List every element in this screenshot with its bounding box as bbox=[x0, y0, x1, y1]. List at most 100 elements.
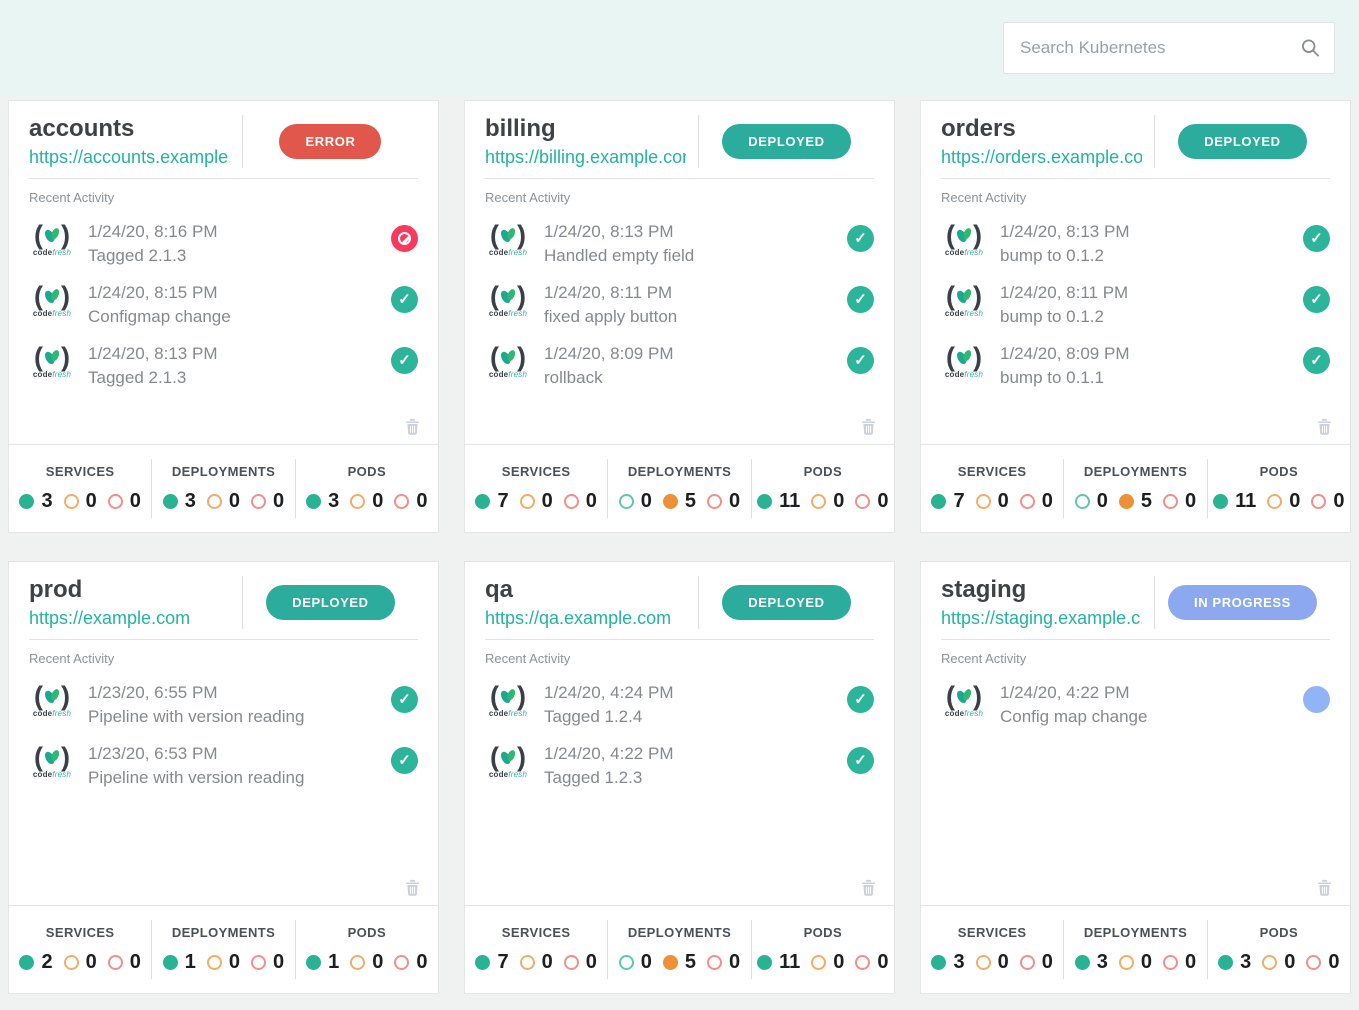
recent-activity-label: Recent Activity bbox=[941, 651, 1330, 666]
activity-item[interactable]: ( ) codefresh 1/24/20, 8:09 PM rollback … bbox=[485, 344, 874, 388]
success-check-icon: ✓ bbox=[391, 747, 418, 774]
stat-count: 5 bbox=[685, 951, 696, 974]
activity-item[interactable]: ( ) codefresh 1/24/20, 8:11 PM bump to 0… bbox=[941, 283, 1330, 327]
stat-dots: 100 bbox=[163, 951, 284, 974]
trash-icon[interactable] bbox=[861, 418, 876, 435]
codefresh-wordmark: codefresh bbox=[945, 371, 983, 379]
header-divider bbox=[941, 178, 1330, 179]
success-check-icon: ✓ bbox=[847, 686, 874, 713]
activity-item[interactable]: ( ) codefresh 1/24/20, 8:11 PM fixed app… bbox=[485, 283, 874, 327]
activity-item[interactable]: ( ) codefresh 1/24/20, 8:16 PM Tagged 2.… bbox=[29, 222, 418, 266]
activity-time: 1/24/20, 8:16 PM bbox=[88, 222, 217, 242]
trash-icon[interactable] bbox=[861, 879, 876, 896]
stat-dots: 050 bbox=[619, 951, 740, 974]
activity-item[interactable]: ( ) codefresh 1/24/20, 8:13 PM Tagged 2.… bbox=[29, 344, 418, 388]
codefresh-wordmark: codefresh bbox=[945, 710, 983, 718]
stat-dots: 300 bbox=[1075, 951, 1196, 974]
activity-item[interactable]: ( ) codefresh 1/24/20, 8:13 PM bump to 0… bbox=[941, 222, 1330, 266]
success-check-icon: ✓ bbox=[847, 747, 874, 774]
environment-url[interactable]: https://example.com bbox=[29, 608, 230, 629]
stat-dots: 1100 bbox=[757, 490, 888, 513]
stat-count: 0 bbox=[542, 490, 553, 513]
trash-icon[interactable] bbox=[1317, 879, 1332, 896]
status-badge: IN PROGRESS bbox=[1168, 585, 1317, 620]
status-badge: ERROR bbox=[279, 124, 381, 159]
activity-text: 1/24/20, 8:13 PM Handled empty field bbox=[544, 222, 694, 266]
activity-item[interactable]: ( ) codefresh 1/23/20, 6:55 PM Pipeline … bbox=[29, 683, 418, 727]
environment-card: qa https://qa.example.com DEPLOYED Recen… bbox=[464, 561, 895, 994]
trash-row bbox=[921, 418, 1350, 444]
activity-time: 1/24/20, 8:13 PM bbox=[1000, 222, 1129, 242]
success-check-icon: ✓ bbox=[391, 686, 418, 713]
success-check-icon: ✓ bbox=[1303, 286, 1330, 313]
warn-dot bbox=[976, 494, 991, 509]
logo-paren-right: ) bbox=[973, 345, 982, 369]
ok-dot bbox=[19, 955, 34, 970]
ok-dot bbox=[306, 494, 321, 509]
codefresh-leaves-icon bbox=[41, 684, 63, 708]
stat-count: 0 bbox=[86, 490, 97, 513]
trash-icon[interactable] bbox=[405, 879, 420, 896]
stat-count: 0 bbox=[1097, 490, 1108, 513]
codefresh-logo-icon: ( ) codefresh bbox=[941, 683, 987, 718]
search-icon[interactable] bbox=[1300, 37, 1321, 58]
activity-item[interactable]: ( ) codefresh 1/24/20, 8:09 PM bump to 0… bbox=[941, 344, 1330, 388]
search-input[interactable] bbox=[1004, 23, 1334, 73]
activity-item[interactable]: ( ) codefresh 1/24/20, 8:13 PM Handled e… bbox=[485, 222, 874, 266]
codefresh-wordmark: codefresh bbox=[33, 710, 71, 718]
activity-description: Handled empty field bbox=[544, 246, 694, 266]
activity-item[interactable]: ( ) codefresh 1/24/20, 4:24 PM Tagged 1.… bbox=[485, 683, 874, 727]
stat-count: 3 bbox=[1097, 951, 1108, 974]
stat-count: 0 bbox=[229, 951, 240, 974]
stat-count: 0 bbox=[1289, 490, 1300, 513]
in-progress-icon bbox=[1303, 686, 1330, 713]
stat-label: DEPLOYMENTS bbox=[628, 925, 731, 940]
err-dot bbox=[1020, 955, 1035, 970]
warn-dot bbox=[976, 955, 991, 970]
environment-url[interactable]: https://qa.example.com bbox=[485, 608, 686, 629]
activity-text: 1/24/20, 8:11 PM bump to 0.1.2 bbox=[1000, 283, 1128, 327]
err-dot bbox=[394, 494, 409, 509]
activity-item[interactable]: ( ) codefresh 1/24/20, 4:22 PM Config ma… bbox=[941, 683, 1330, 727]
codefresh-leaves-icon bbox=[953, 223, 975, 247]
ok-dot bbox=[19, 494, 34, 509]
environment-name: billing bbox=[485, 115, 686, 144]
codefresh-wordmark: codefresh bbox=[489, 249, 527, 257]
stat-count: 0 bbox=[1284, 951, 1295, 974]
logo-paren-right: ) bbox=[973, 684, 982, 708]
environment-card: orders https://orders.example.com DEPLOY… bbox=[920, 100, 1351, 533]
trash-icon[interactable] bbox=[1317, 418, 1332, 435]
stat-count: 0 bbox=[1185, 490, 1196, 513]
environment-url[interactable]: https://accounts.example.... bbox=[29, 147, 230, 168]
stat-count: 0 bbox=[877, 951, 888, 974]
stat-column: PODS 1100 bbox=[752, 906, 894, 993]
codefresh-logo-icon: ( ) codefresh bbox=[29, 222, 75, 257]
stat-label: SERVICES bbox=[46, 925, 115, 940]
environment-url[interactable]: https://billing.example.com bbox=[485, 147, 686, 168]
err-dot bbox=[251, 494, 266, 509]
activity-list: ( ) codefresh 1/24/20, 4:24 PM Tagged 1.… bbox=[465, 666, 894, 788]
environment-url[interactable]: https://staging.example.c... bbox=[941, 608, 1142, 629]
activity-time: 1/24/20, 8:15 PM bbox=[88, 283, 231, 303]
stat-column: SERVICES 700 bbox=[465, 445, 607, 532]
environment-name: orders bbox=[941, 115, 1142, 144]
activity-time: 1/24/20, 8:13 PM bbox=[88, 344, 217, 364]
activity-text: 1/24/20, 8:13 PM Tagged 2.1.3 bbox=[88, 344, 217, 388]
codefresh-logo-icon: ( ) codefresh bbox=[941, 344, 987, 379]
search-box bbox=[1003, 22, 1335, 74]
stat-label: DEPLOYMENTS bbox=[628, 464, 731, 479]
stat-label: SERVICES bbox=[958, 925, 1027, 940]
stat-count: 0 bbox=[1141, 951, 1152, 974]
header-divider bbox=[485, 178, 874, 179]
environment-url[interactable]: https://orders.example.com bbox=[941, 147, 1142, 168]
stat-dots: 050 bbox=[619, 490, 740, 513]
activity-item[interactable]: ( ) codefresh 1/23/20, 6:53 PM Pipeline … bbox=[29, 744, 418, 788]
stat-label: PODS bbox=[804, 464, 842, 479]
stat-count: 7 bbox=[497, 490, 508, 513]
ok-dot bbox=[931, 955, 946, 970]
activity-item[interactable]: ( ) codefresh 1/24/20, 8:15 PM Configmap… bbox=[29, 283, 418, 327]
activity-item[interactable]: ( ) codefresh 1/24/20, 4:22 PM Tagged 1.… bbox=[485, 744, 874, 788]
stat-count: 0 bbox=[273, 490, 284, 513]
trash-icon[interactable] bbox=[405, 418, 420, 435]
environment-name: prod bbox=[29, 576, 230, 605]
